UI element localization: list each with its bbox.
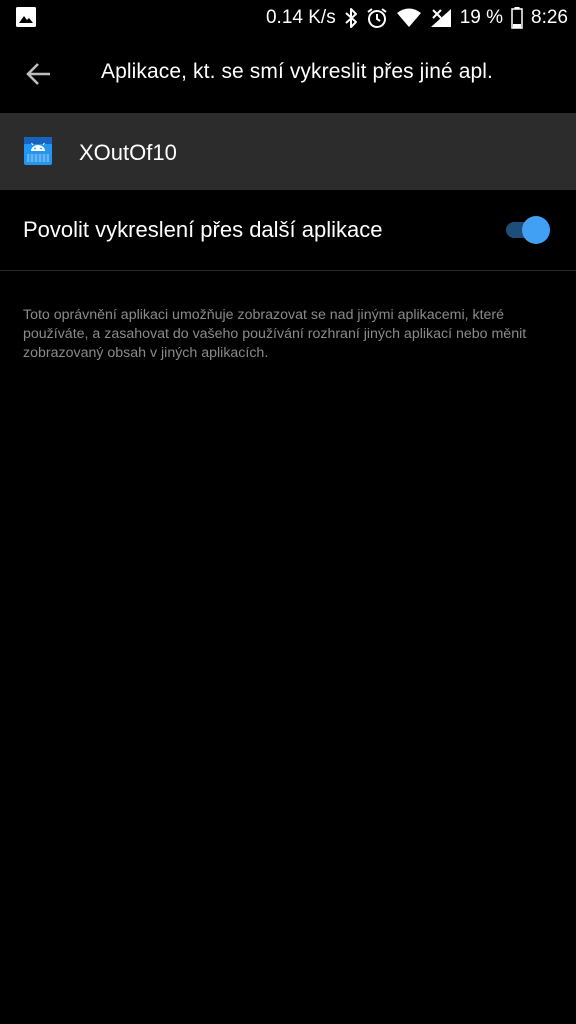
android-app-icon xyxy=(24,137,52,165)
bluetooth-icon xyxy=(344,7,358,29)
image-notification-icon xyxy=(16,7,36,27)
cellular-no-signal-icon xyxy=(430,8,452,28)
app-name: XOutOf10 xyxy=(79,140,177,165)
toolbar: Aplikace, kt. se smí vykreslit přes jiné… xyxy=(0,36,576,112)
permission-description: Toto oprávnění aplikaci umožňuje zobrazo… xyxy=(23,307,527,361)
network-speed: 0.14 K/s xyxy=(265,7,336,28)
arrow-back-icon xyxy=(26,63,50,85)
battery-icon xyxy=(511,7,523,29)
switch-thumb xyxy=(522,216,550,244)
wifi-icon xyxy=(396,8,422,28)
permission-toggle-row[interactable]: Povolit vykreslení přes další aplikace xyxy=(0,190,576,270)
back-button[interactable] xyxy=(14,50,64,98)
status-indicators: 0.14 K/s 19 % 8:26 xyxy=(266,0,568,36)
app-header-row: XOutOf10 xyxy=(0,113,576,190)
status-bar: 0.14 K/s 19 % 8:26 xyxy=(0,0,576,36)
alarm-icon xyxy=(366,7,388,29)
permission-switch[interactable] xyxy=(504,216,550,244)
divider xyxy=(0,270,576,271)
clock: 8:26 xyxy=(531,7,568,28)
battery-percent: 19 % xyxy=(459,7,504,28)
page-title: Aplikace, kt. se smí vykreslit přes jiné… xyxy=(101,60,493,83)
permission-label: Povolit vykreslení přes další aplikace xyxy=(23,217,383,242)
